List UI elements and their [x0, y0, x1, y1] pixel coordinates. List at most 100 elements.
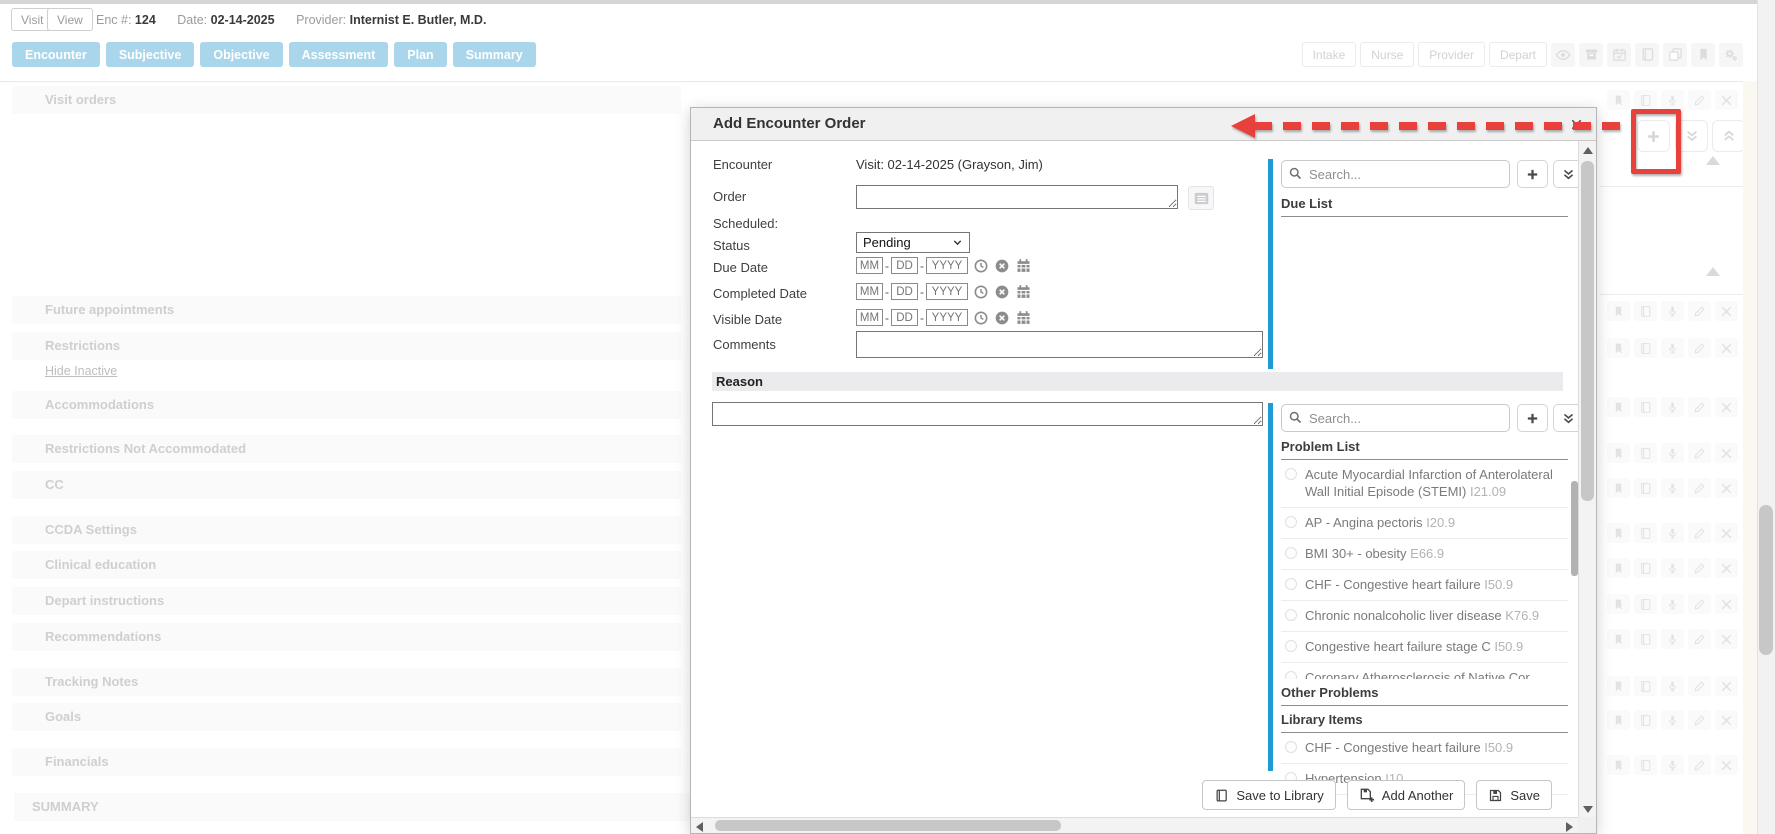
- microphone-icon[interactable]: [1661, 301, 1684, 321]
- tab-encounter[interactable]: Encounter: [12, 42, 100, 67]
- section-financials[interactable]: Financials: [12, 748, 681, 776]
- clear-date-icon[interactable]: [994, 310, 1010, 326]
- microphone-icon[interactable]: [1661, 523, 1684, 543]
- intake-button[interactable]: Intake: [1302, 42, 1357, 67]
- scroll-left-arrow[interactable]: [696, 822, 703, 832]
- section-summary[interactable]: SUMMARY: [14, 793, 690, 821]
- section-accommodations[interactable]: Accommodations: [12, 391, 681, 419]
- section-ccda-settings[interactable]: CCDA Settings: [12, 516, 681, 544]
- close-icon[interactable]: [1715, 523, 1738, 543]
- bookmark-icon[interactable]: [1607, 558, 1630, 578]
- problem-list-item[interactable]: Congestive heart failure stage C I50.9: [1281, 632, 1568, 663]
- completed-date-dd[interactable]: [891, 283, 918, 300]
- section-tracking-notes[interactable]: Tracking Notes: [12, 668, 681, 696]
- bookmark-icon[interactable]: [1691, 43, 1715, 67]
- pencil-icon[interactable]: [1688, 558, 1711, 578]
- browser-scrollbar-thumb[interactable]: [1759, 505, 1773, 655]
- visible-date-dd[interactable]: [891, 309, 918, 326]
- due-date-yyyy[interactable]: [926, 257, 968, 274]
- close-icon[interactable]: [1715, 755, 1738, 775]
- save-button[interactable]: Save: [1476, 780, 1552, 810]
- bookmark-icon[interactable]: [1607, 397, 1630, 417]
- microphone-icon[interactable]: [1661, 478, 1684, 498]
- book-icon[interactable]: [1634, 301, 1657, 321]
- tab-plan[interactable]: Plan: [394, 42, 446, 67]
- microphone-icon[interactable]: [1661, 755, 1684, 775]
- comments-input[interactable]: [856, 331, 1263, 358]
- hide-inactive-link[interactable]: Hide Inactive: [45, 364, 117, 378]
- problem-list-item[interactable]: Acute Myocardial Infarction of Anterolat…: [1281, 460, 1568, 508]
- book-icon[interactable]: [1634, 629, 1657, 649]
- problem-list-item[interactable]: BMI 30+ - obesity E66.9: [1281, 539, 1568, 570]
- clock-icon[interactable]: [973, 284, 989, 300]
- close-icon[interactable]: [1715, 301, 1738, 321]
- add-another-button[interactable]: Add Another: [1347, 780, 1466, 810]
- problem-list-item[interactable]: CHF - Congestive heart failure I50.9: [1281, 570, 1568, 601]
- book-icon[interactable]: [1634, 338, 1657, 358]
- completed-date-mm[interactable]: [856, 283, 883, 300]
- problem-radio[interactable]: [1285, 671, 1297, 679]
- problem-list-scrollbar-thumb[interactable]: [1571, 481, 1578, 576]
- pencil-icon[interactable]: [1688, 338, 1711, 358]
- scroll-right-arrow[interactable]: [1566, 822, 1573, 832]
- scroll-down-arrow[interactable]: [1583, 806, 1593, 813]
- bookmark-icon[interactable]: [1607, 478, 1630, 498]
- tab-assessment[interactable]: Assessment: [289, 42, 389, 67]
- problem-radio[interactable]: [1285, 516, 1297, 528]
- bookmark-icon[interactable]: [1607, 755, 1630, 775]
- book-icon[interactable]: [1635, 43, 1659, 67]
- bookmark-icon[interactable]: [1607, 90, 1630, 110]
- bookmark-icon[interactable]: [1607, 629, 1630, 649]
- due-add-button[interactable]: [1517, 160, 1548, 188]
- pencil-icon[interactable]: [1688, 710, 1711, 730]
- completed-date-yyyy[interactable]: [926, 283, 968, 300]
- order-list-icon[interactable]: [1188, 186, 1214, 210]
- pencil-icon[interactable]: [1688, 443, 1711, 463]
- collapse-caret-icon[interactable]: [1706, 156, 1720, 165]
- pencil-icon[interactable]: [1688, 478, 1711, 498]
- bookmark-icon[interactable]: [1607, 523, 1630, 543]
- pencil-icon[interactable]: [1688, 676, 1711, 696]
- book-icon[interactable]: [1634, 755, 1657, 775]
- clear-date-icon[interactable]: [994, 258, 1010, 274]
- bookmark-icon[interactable]: [1607, 594, 1630, 614]
- book-icon[interactable]: [1634, 523, 1657, 543]
- section-clinical-education[interactable]: Clinical education: [12, 551, 681, 579]
- section-visit-orders[interactable]: Visit orders: [12, 86, 681, 114]
- due-search-input[interactable]: [1281, 160, 1510, 188]
- close-icon[interactable]: [1715, 558, 1738, 578]
- book-icon[interactable]: [1634, 710, 1657, 730]
- pencil-icon[interactable]: [1688, 629, 1711, 649]
- bookmark-icon[interactable]: [1607, 676, 1630, 696]
- close-icon[interactable]: [1715, 478, 1738, 498]
- book-icon[interactable]: [1634, 478, 1657, 498]
- pencil-icon[interactable]: [1688, 90, 1711, 110]
- section-restrictions-not-accommodated[interactable]: Restrictions Not Accommodated: [12, 435, 681, 463]
- microphone-icon[interactable]: [1661, 90, 1684, 110]
- section-recommendations[interactable]: Recommendations: [12, 623, 681, 651]
- microphone-icon[interactable]: [1661, 397, 1684, 417]
- pencil-icon[interactable]: [1688, 755, 1711, 775]
- book-icon[interactable]: [1634, 594, 1657, 614]
- clock-icon[interactable]: [973, 258, 989, 274]
- view-button[interactable]: View: [47, 8, 93, 31]
- horizontal-scrollbar-thumb[interactable]: [715, 820, 1061, 831]
- pencil-icon[interactable]: [1688, 397, 1711, 417]
- vertical-scrollbar-thumb[interactable]: [1581, 161, 1594, 501]
- collapse-caret-icon[interactable]: [1706, 267, 1720, 276]
- collapse-all-up-button[interactable]: [1712, 120, 1745, 152]
- close-icon[interactable]: [1715, 594, 1738, 614]
- calendar-icon[interactable]: [1015, 257, 1032, 274]
- close-icon[interactable]: [1715, 676, 1738, 696]
- nurse-button[interactable]: Nurse: [1360, 42, 1414, 67]
- microphone-icon[interactable]: [1661, 629, 1684, 649]
- microphone-icon[interactable]: [1661, 338, 1684, 358]
- copy-icon[interactable]: [1663, 43, 1687, 67]
- order-input[interactable]: [856, 185, 1178, 209]
- close-icon[interactable]: [1715, 443, 1738, 463]
- book-icon[interactable]: [1634, 676, 1657, 696]
- visible-date-mm[interactable]: [856, 309, 883, 326]
- reason-search-input[interactable]: [1281, 404, 1510, 432]
- pencil-icon[interactable]: [1688, 301, 1711, 321]
- browser-scrollbar[interactable]: [1757, 0, 1775, 834]
